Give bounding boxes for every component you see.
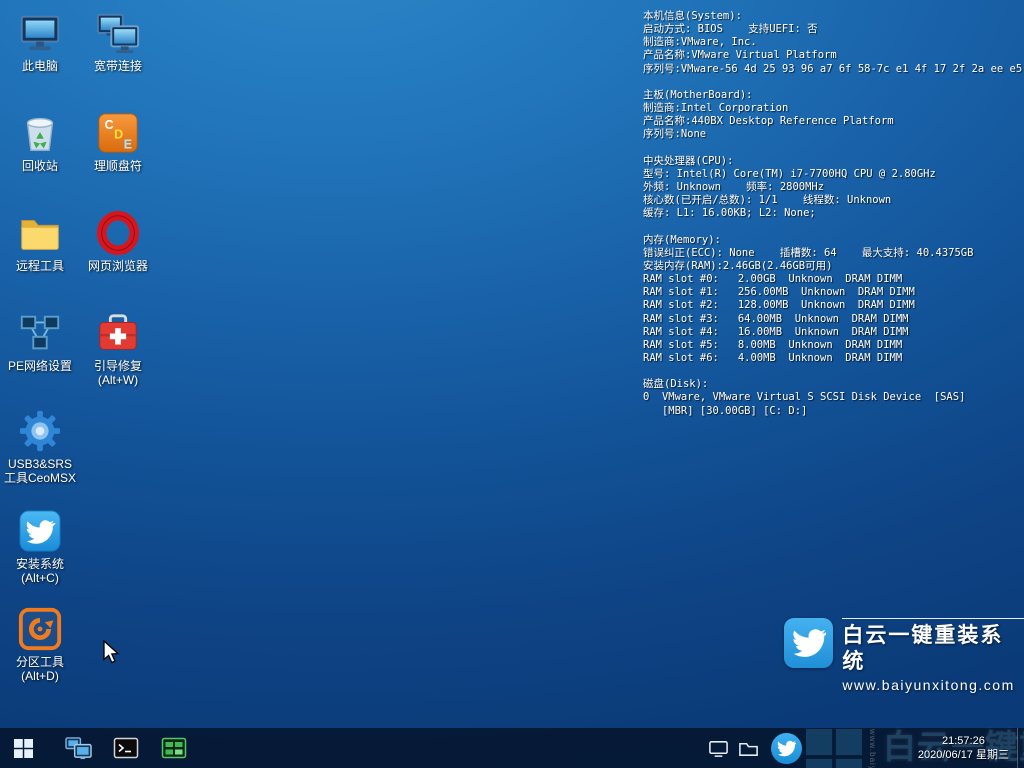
info-line <box>643 220 1021 233</box>
info-line: 序列号:VMware-56 4d 25 93 96 a7 6f 58-7c e1… <box>643 63 1021 76</box>
info-line: 内存(Memory): <box>643 234 1021 247</box>
taskbar: 21:57:26 2020/06/17 星期三 <box>0 728 1024 768</box>
icon-label: 网页浏览器 <box>80 259 156 273</box>
info-line: RAM slot #1: 256.00MB Unknown DRAM DIMM <box>643 286 1021 299</box>
show-desktop-button[interactable] <box>1017 728 1024 768</box>
info-line: 本机信息(System): <box>643 10 1021 23</box>
start-button[interactable] <box>0 728 46 768</box>
desktop-icon-broadband[interactable]: 宽带连接 <box>80 10 156 73</box>
brand-title: 白云一键重装系统 <box>842 623 1024 675</box>
info-line: 缓存: L1: 16.00KB; L2: None; <box>643 207 1021 220</box>
opera-browser-icon <box>95 210 141 256</box>
desktop: { "desktop": { "icons": [ { "name": "thi… <box>0 0 1024 768</box>
info-line: 中央处理器(CPU): <box>643 155 1021 168</box>
desktop-icon-partition-tool[interactable]: 分区工具 (Alt+D) <box>2 606 78 683</box>
svg-text:C: C <box>105 118 114 132</box>
desktop-icon-drive-letter[interactable]: C D E 理顺盘符 <box>80 110 156 173</box>
toolbox-repair-icon <box>95 310 141 356</box>
info-line: 磁盘(Disk): <box>643 378 1021 391</box>
info-line: 制造商:VMware, Inc. <box>643 36 1021 49</box>
gear-icon <box>17 408 63 454</box>
taskbar-button-cmd[interactable] <box>102 728 150 768</box>
info-line: 制造商:Intel Corporation <box>643 102 1021 115</box>
desktop-icon-usb3-srs-tool[interactable]: USB3&SRS 工具CeoMSX <box>2 408 78 485</box>
icon-label: 远程工具 <box>2 259 78 273</box>
clock-time: 21:57:26 <box>918 734 1009 748</box>
info-line: [MBR] [30.00GB] [C: D:] <box>643 405 1021 418</box>
drive-letters-icon: C D E <box>95 110 141 156</box>
icon-label: 引导修复 (Alt+W) <box>80 359 156 387</box>
disk-partition-icon <box>17 606 63 652</box>
info-line <box>643 142 1021 155</box>
tray-display-icon[interactable] <box>707 734 731 762</box>
info-line: 0 VMware, VMware Virtual S SCSI Disk Dev… <box>643 391 1021 404</box>
desktop-icon-this-pc[interactable]: 此电脑 <box>2 10 78 73</box>
icon-label: PE网络设置 <box>2 359 78 373</box>
brand-url: www.baiyunxitong.com <box>842 675 1024 695</box>
taskbar-button-file-manager[interactable] <box>150 728 198 768</box>
svg-text:E: E <box>124 137 132 151</box>
info-line: RAM slot #3: 64.00MB Unknown DRAM DIMM <box>643 313 1021 326</box>
network-computers-icon <box>95 10 141 56</box>
desktop-icon-web-browser[interactable]: 网页浏览器 <box>80 210 156 273</box>
info-line <box>643 76 1021 89</box>
windows-logo-icon <box>14 739 33 758</box>
system-info-panel: 本机信息(System):启动方式: BIOS 支持UEFI: 否制造商:VMw… <box>643 10 1021 418</box>
info-line: 主板(MotherBoard): <box>643 89 1021 102</box>
brand-watermark: 白云一键重装系统 www.baiyunxitong.com <box>784 618 1024 695</box>
network-settings-icon <box>17 310 63 356</box>
file-manager-icon <box>161 736 187 760</box>
twitter-bird-icon <box>784 618 833 668</box>
info-line <box>643 365 1021 378</box>
info-line: 启动方式: BIOS 支持UEFI: 否 <box>643 23 1021 36</box>
desktop-icon-pe-network[interactable]: PE网络设置 <box>2 310 78 373</box>
info-line: 型号: Intel(R) Core(TM) i7-7700HQ CPU @ 2.… <box>643 168 1021 181</box>
tray-spacer <box>806 728 910 768</box>
brand-text: 白云一键重装系统 www.baiyunxitong.com <box>842 618 1024 695</box>
mouse-cursor <box>101 640 123 669</box>
desktop-icon-remote-tools[interactable]: 远程工具 <box>2 210 78 273</box>
icon-label: USB3&SRS 工具CeoMSX <box>2 457 78 485</box>
icon-label: 安装系统 (Alt+C) <box>2 557 78 585</box>
icon-label: 此电脑 <box>2 59 78 73</box>
icon-label: 回收站 <box>2 159 78 173</box>
twitter-bird-icon <box>17 508 63 554</box>
info-line: RAM slot #4: 16.00MB Unknown DRAM DIMM <box>643 326 1021 339</box>
info-line: RAM slot #6: 4.00MB Unknown DRAM DIMM <box>643 352 1021 365</box>
info-line: 安装内存(RAM):2.46GB(2.46GB可用) <box>643 260 1021 273</box>
network-computers-icon <box>65 736 92 761</box>
recycle-bin-icon <box>17 110 63 156</box>
folder-icon <box>17 210 63 256</box>
info-line: 产品名称:440BX Desktop Reference Platform <box>643 115 1021 128</box>
taskbar-clock[interactable]: 21:57:26 2020/06/17 星期三 <box>910 734 1017 762</box>
clock-date: 2020/06/17 星期三 <box>918 748 1009 762</box>
info-line: RAM slot #2: 128.00MB Unknown DRAM DIMM <box>643 299 1021 312</box>
info-line: RAM slot #5: 8.00MB Unknown DRAM DIMM <box>643 339 1021 352</box>
info-line: 错误纠正(ECC): None 插槽数: 64 最大支持: 40.4375GB <box>643 247 1021 260</box>
tray-folder-icon[interactable] <box>737 734 761 762</box>
icon-label: 理顺盘符 <box>80 159 156 173</box>
command-prompt-icon <box>113 736 139 760</box>
desktop-icon-boot-repair[interactable]: 引导修复 (Alt+W) <box>80 310 156 387</box>
info-line: 外频: Unknown 频率: 2800MHz <box>643 181 1021 194</box>
tray-twitter-icon[interactable] <box>771 733 802 764</box>
desktop-icon-recycle-bin[interactable]: 回收站 <box>2 110 78 173</box>
svg-text:D: D <box>114 128 123 142</box>
info-line: 核心数(已开启/总数): 1/1 线程数: Unknown <box>643 194 1021 207</box>
info-line: RAM slot #0: 2.00GB Unknown DRAM DIMM <box>643 273 1021 286</box>
icon-label: 分区工具 (Alt+D) <box>2 655 78 683</box>
taskbar-button-network[interactable] <box>54 728 102 768</box>
info-line: 序列号:None <box>643 128 1021 141</box>
icon-label: 宽带连接 <box>80 59 156 73</box>
system-tray: 21:57:26 2020/06/17 星期三 <box>707 728 1024 768</box>
info-line: 产品名称:VMware Virtual Platform <box>643 49 1021 62</box>
computer-icon <box>17 10 63 56</box>
desktop-icon-install-system[interactable]: 安装系统 (Alt+C) <box>2 508 78 585</box>
